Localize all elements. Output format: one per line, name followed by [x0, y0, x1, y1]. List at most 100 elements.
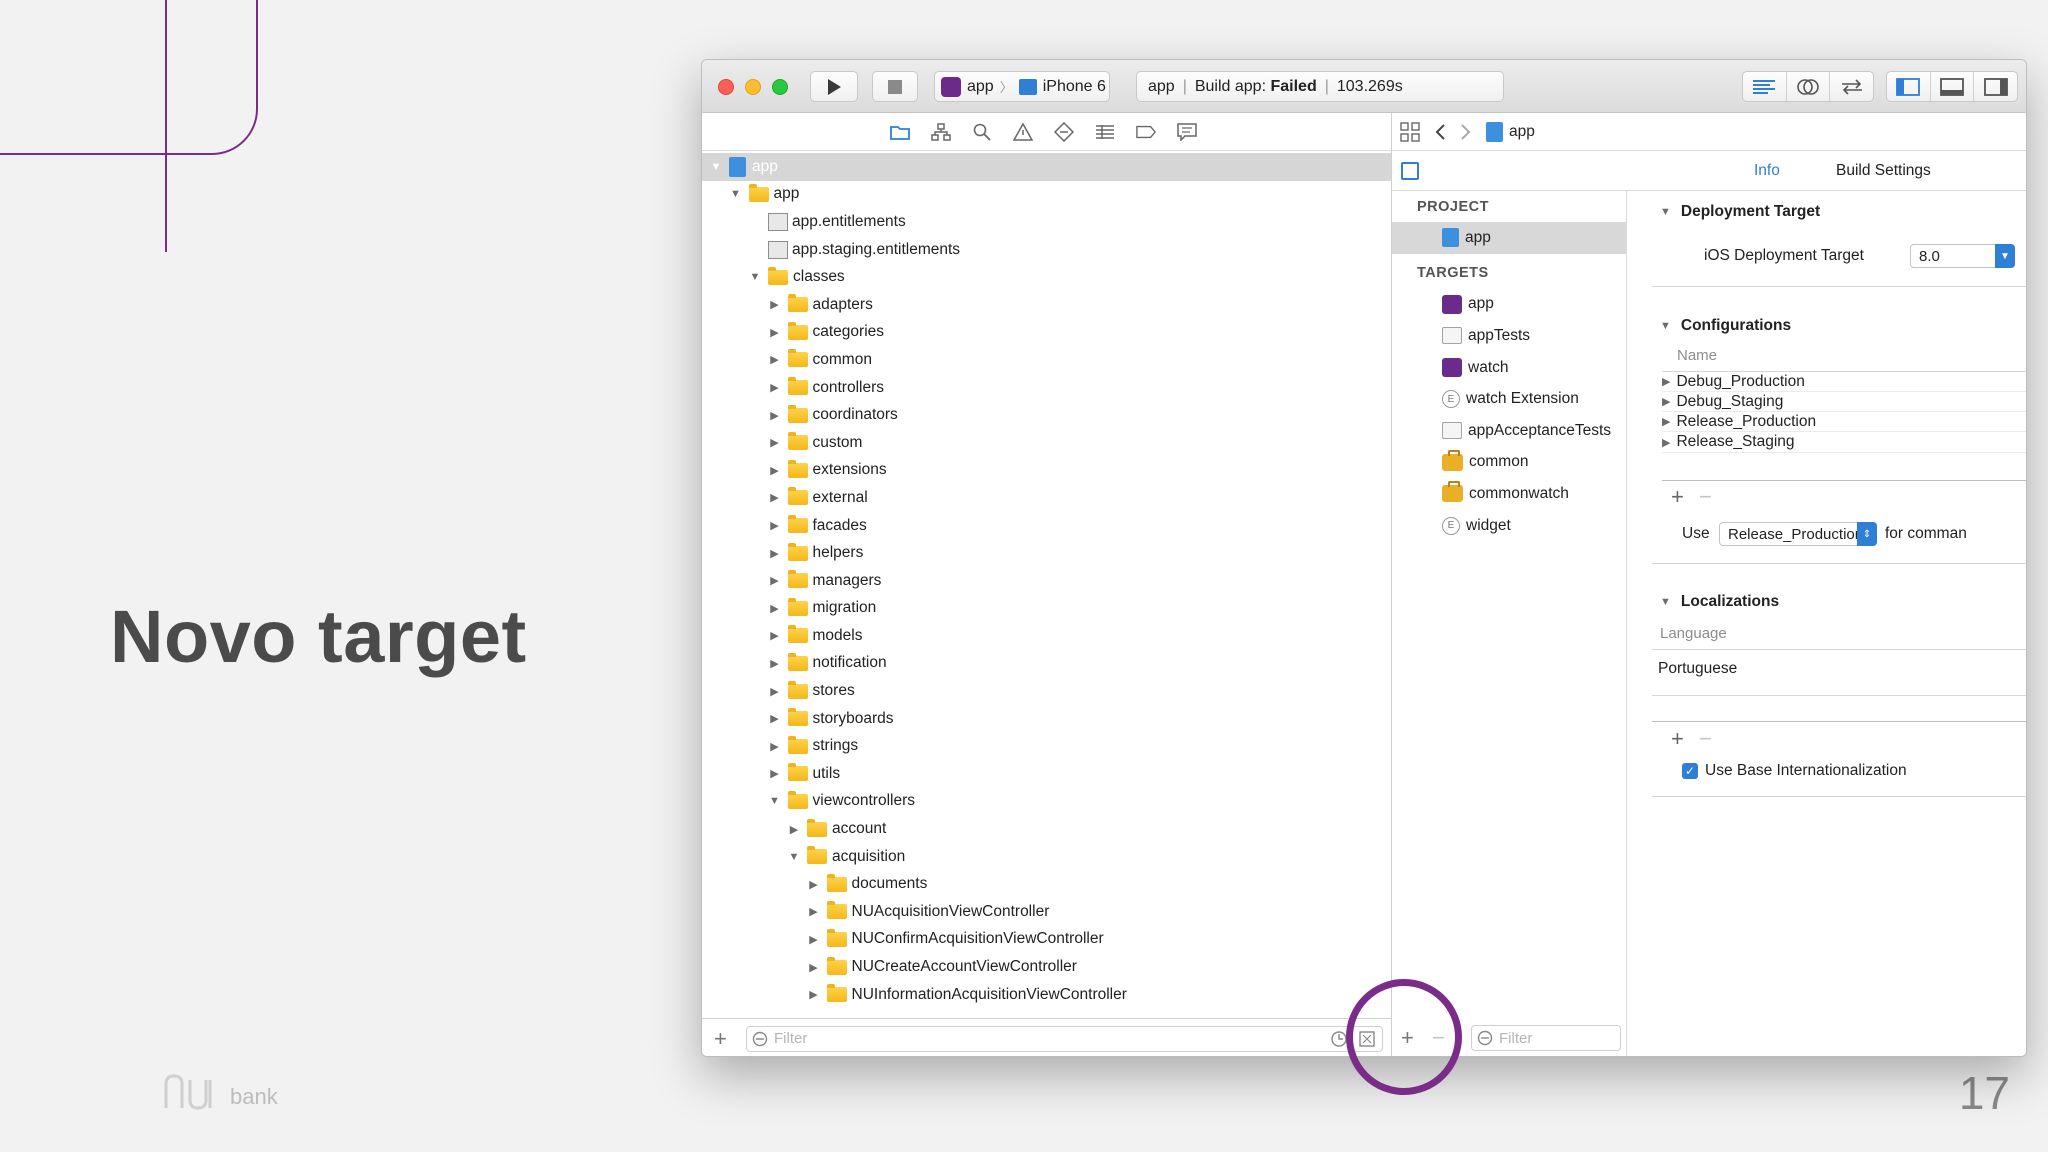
forward-arrow-icon[interactable]	[1460, 123, 1472, 141]
breakpoint-icon[interactable]	[1136, 122, 1156, 142]
add-configuration-button[interactable]: +	[1671, 484, 1684, 510]
targets-filter-input[interactable]: Filter	[1471, 1025, 1621, 1051]
disclosure-expanded-icon[interactable]: ▼	[710, 161, 722, 173]
deployment-target-header[interactable]: ▼ Deployment Target	[1660, 203, 1820, 221]
base-internationalization-checkbox[interactable]: ✓	[1682, 763, 1698, 779]
toggle-navigator-button[interactable]	[1887, 72, 1931, 101]
related-items-icon[interactable]	[1400, 121, 1420, 142]
disclosure-collapsed-icon[interactable]: ▶	[1662, 395, 1670, 408]
target-item[interactable]: app	[1392, 289, 1626, 321]
file-tree-row[interactable]: app.entitlements	[702, 208, 1391, 236]
target-item[interactable]: Ewatch Extension	[1392, 383, 1626, 415]
minimize-window-button[interactable]	[745, 79, 761, 95]
disclosure-expanded-icon[interactable]: ▼	[769, 795, 781, 807]
disclosure-collapsed-icon[interactable]: ▶	[788, 823, 800, 836]
disclosure-collapsed-icon[interactable]: ▶	[769, 409, 781, 422]
disclosure-collapsed-icon[interactable]: ▶	[769, 547, 781, 560]
remove-localization-button[interactable]: −	[1699, 726, 1712, 752]
report-icon[interactable]	[1177, 122, 1197, 142]
disclosure-collapsed-icon[interactable]: ▶	[808, 878, 820, 891]
disclosure-collapsed-icon[interactable]: ▶	[769, 629, 781, 642]
file-tree-row[interactable]: ▶ account	[702, 815, 1391, 843]
language-row[interactable]: Portuguese	[1658, 660, 1737, 678]
test-diamond-icon[interactable]	[1054, 121, 1074, 142]
file-tree-row[interactable]: ▼ app	[702, 181, 1391, 209]
disclosure-collapsed-icon[interactable]: ▶	[769, 464, 781, 477]
disclosure-collapsed-icon[interactable]: ▶	[769, 436, 781, 449]
add-file-button[interactable]: +	[714, 1026, 732, 1052]
stop-button[interactable]	[872, 71, 918, 102]
file-tree-row[interactable]: ▼ acquisition	[702, 843, 1391, 871]
configurations-header[interactable]: ▼ Configurations	[1660, 317, 1791, 335]
file-tree-row[interactable]: ▶ NUAcquisitionViewController	[702, 898, 1391, 926]
remove-configuration-button[interactable]: −	[1699, 484, 1712, 510]
file-tree-row[interactable]: ▶ external	[702, 484, 1391, 512]
zoom-window-button[interactable]	[772, 79, 788, 95]
close-window-button[interactable]	[718, 79, 734, 95]
folder-icon[interactable]	[890, 122, 910, 142]
add-localization-button[interactable]: +	[1671, 726, 1684, 752]
file-tree-row[interactable]: ▶ storyboards	[702, 705, 1391, 733]
disclosure-expanded-icon[interactable]: ▼	[730, 188, 742, 200]
file-tree-row[interactable]: ▶ models	[702, 622, 1391, 650]
disclosure-expanded-icon[interactable]: ▼	[788, 851, 800, 863]
file-tree-row[interactable]: ▶ migration	[702, 595, 1391, 623]
file-tree-row[interactable]: ▶ extensions	[702, 457, 1391, 485]
ios-deployment-popup[interactable]: 8.0 ▼	[1910, 244, 2015, 268]
disclosure-collapsed-icon[interactable]: ▶	[769, 602, 781, 615]
tab-build-settings[interactable]: Build Settings	[1836, 162, 1931, 180]
disclosure-collapsed-icon[interactable]: ▶	[769, 685, 781, 698]
navigator-filter-input[interactable]: Filter	[746, 1025, 1383, 1052]
file-tree-row[interactable]: ▶ documents	[702, 870, 1391, 898]
file-tree-row[interactable]: ▶ notification	[702, 650, 1391, 678]
file-tree-row[interactable]: ▶ categories	[702, 319, 1391, 347]
back-arrow-icon[interactable]	[1434, 123, 1446, 141]
disclosure-collapsed-icon[interactable]: ▶	[769, 326, 781, 339]
file-tree-row[interactable]: ▼ app	[702, 153, 1391, 181]
jump-bar-project[interactable]: app	[1486, 121, 1535, 142]
disclosure-collapsed-icon[interactable]: ▶	[769, 657, 781, 670]
file-tree-row[interactable]: ▼ viewcontrollers	[702, 788, 1391, 816]
target-item[interactable]: common	[1392, 447, 1626, 479]
disclosure-collapsed-icon[interactable]: ▶	[769, 298, 781, 311]
file-tree-row[interactable]: ▶ common	[702, 346, 1391, 374]
file-tree-row[interactable]: ▶ helpers	[702, 539, 1391, 567]
target-item[interactable]: appTests	[1392, 320, 1626, 352]
toggle-utilities-button[interactable]	[1974, 72, 2017, 101]
standard-editor-button[interactable]	[1743, 72, 1787, 101]
command-line-config-popup[interactable]: Release_Production ⇕	[1719, 522, 1877, 546]
disclosure-collapsed-icon[interactable]: ▶	[769, 491, 781, 504]
target-item[interactable]: Ewidget	[1392, 510, 1626, 542]
target-item[interactable]: commonwatch	[1392, 478, 1626, 510]
scheme-selector[interactable]: app 〉 iPhone 6	[934, 71, 1110, 102]
assistant-editor-button[interactable]	[1787, 72, 1831, 101]
file-tree-row[interactable]: ▶ NUInformationAcquisitionViewController	[702, 981, 1391, 1009]
disclosure-collapsed-icon[interactable]: ▶	[769, 519, 781, 532]
file-tree-row[interactable]: ▶ utils	[702, 760, 1391, 788]
file-tree-row[interactable]: ▶ managers	[702, 567, 1391, 595]
toggle-targets-list-icon[interactable]	[1401, 162, 1419, 180]
disclosure-collapsed-icon[interactable]: ▶	[1662, 415, 1670, 428]
disclosure-collapsed-icon[interactable]: ▶	[769, 740, 781, 753]
disclosure-collapsed-icon[interactable]: ▶	[769, 712, 781, 725]
disclosure-collapsed-icon[interactable]: ▶	[1662, 436, 1670, 449]
file-tree-row[interactable]: ▶ facades	[702, 512, 1391, 540]
configuration-row[interactable]: ▶ Debug_Production	[1662, 372, 2026, 392]
disclosure-expanded-icon[interactable]: ▼	[749, 271, 761, 283]
file-tree-row[interactable]: ▶ adapters	[702, 291, 1391, 319]
file-tree-row[interactable]: app.staging.entitlements	[702, 236, 1391, 264]
configuration-row[interactable]: ▶ Debug_Staging	[1662, 392, 2026, 413]
target-item[interactable]: appAcceptanceTests	[1392, 415, 1626, 447]
target-item[interactable]: watch	[1392, 352, 1626, 384]
warning-icon[interactable]	[1013, 122, 1033, 142]
toggle-debug-area-button[interactable]	[1931, 72, 1975, 101]
disclosure-collapsed-icon[interactable]: ▶	[769, 381, 781, 394]
file-tree-row[interactable]: ▶ stores	[702, 677, 1391, 705]
localizations-header[interactable]: ▼ Localizations	[1660, 593, 1779, 611]
file-tree-row[interactable]: ▶ NUConfirmAcquisitionViewController	[702, 926, 1391, 954]
configuration-row[interactable]: ▶ Release_Production	[1662, 412, 2026, 433]
run-button[interactable]	[810, 71, 858, 102]
disclosure-collapsed-icon[interactable]: ▶	[769, 574, 781, 587]
configuration-row[interactable]: ▶ Release_Staging	[1662, 433, 2026, 453]
project-item[interactable]: app	[1392, 222, 1626, 254]
